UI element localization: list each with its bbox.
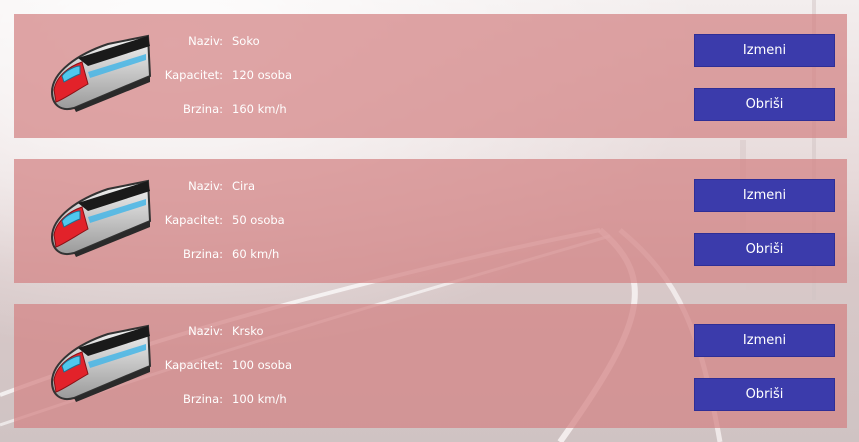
capacity-value: 100 osoba <box>232 358 293 372</box>
name-label: Naziv: <box>188 324 223 338</box>
train-card: Naziv: Cira Kapacitet: 50 osoba Brzina: … <box>14 159 847 283</box>
delete-button[interactable]: Obriši <box>694 88 835 121</box>
edit-button[interactable]: Izmeni <box>694 324 835 357</box>
high-speed-train-icon <box>48 322 152 402</box>
speed-value: 100 km/h <box>232 392 287 406</box>
speed-label: Brzina: <box>182 102 223 116</box>
train-card: Naziv: Soko Kapacitet: 120 osoba Brzina:… <box>14 14 847 138</box>
capacity-label: Kapacitet: <box>164 68 223 82</box>
train-details: Naziv: Soko Kapacitet: 120 osoba Brzina:… <box>164 34 364 136</box>
name-value: Soko <box>232 34 260 48</box>
high-speed-train-icon <box>48 32 152 112</box>
speed-label: Brzina: <box>182 392 223 406</box>
edit-button[interactable]: Izmeni <box>694 34 835 67</box>
speed-label: Brzina: <box>182 247 223 261</box>
capacity-label: Kapacitet: <box>164 213 223 227</box>
capacity-label: Kapacitet: <box>164 358 223 372</box>
delete-button[interactable]: Obriši <box>694 233 835 266</box>
name-value: Cira <box>232 179 255 193</box>
train-details: Naziv: Cira Kapacitet: 50 osoba Brzina: … <box>164 179 364 281</box>
speed-value: 160 km/h <box>232 102 287 116</box>
capacity-value: 50 osoba <box>232 213 285 227</box>
name-value: Krsko <box>232 324 264 338</box>
capacity-value: 120 osoba <box>232 68 293 82</box>
train-details: Naziv: Krsko Kapacitet: 100 osoba Brzina… <box>164 324 364 426</box>
speed-value: 60 km/h <box>232 247 280 261</box>
edit-button[interactable]: Izmeni <box>694 179 835 212</box>
delete-button[interactable]: Obriši <box>694 378 835 411</box>
train-card: Naziv: Krsko Kapacitet: 100 osoba Brzina… <box>14 304 847 428</box>
name-label: Naziv: <box>188 34 223 48</box>
high-speed-train-icon <box>48 177 152 257</box>
name-label: Naziv: <box>188 179 223 193</box>
